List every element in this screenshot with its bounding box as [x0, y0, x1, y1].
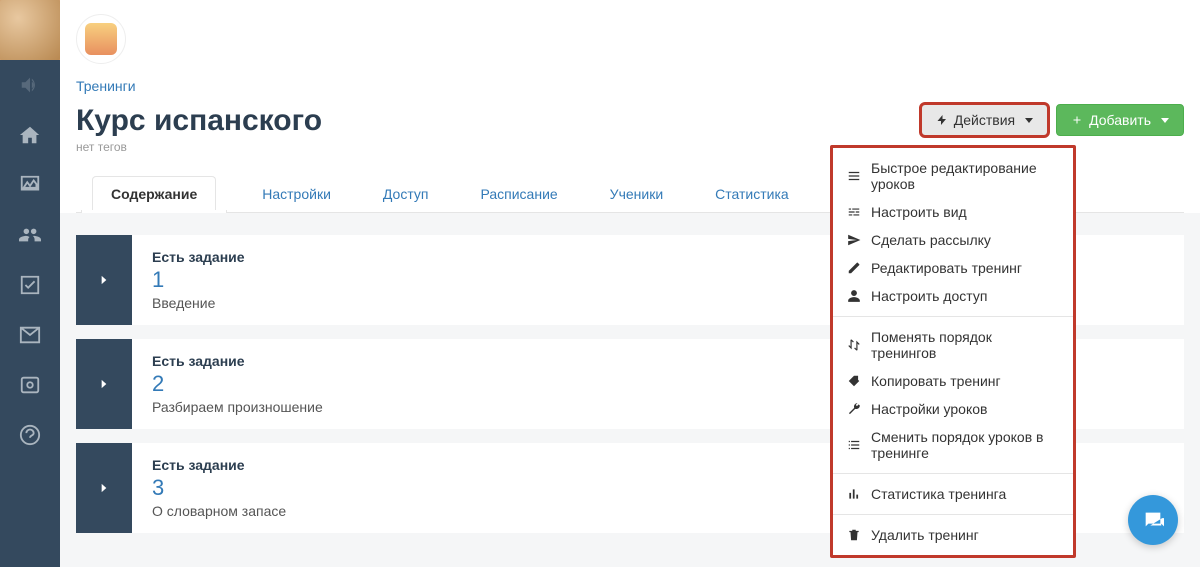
sidebar-item-chat[interactable]: [0, 410, 60, 460]
dropdown-item-sliders[interactable]: Настроить вид: [833, 198, 1073, 226]
chat-fab[interactable]: [1128, 495, 1178, 545]
tab-0[interactable]: Содержание: [92, 176, 216, 213]
tab-1[interactable]: Настройки: [256, 176, 337, 212]
actions-button[interactable]: Действия: [921, 104, 1048, 136]
dropdown-item-label: Редактировать тренинг: [871, 260, 1022, 276]
lesson-expand-handle[interactable]: [76, 235, 132, 325]
list-icon: [847, 169, 861, 183]
header: [76, 0, 1184, 74]
reorder-icon: [847, 438, 861, 452]
dropdown-item-label: Удалить тренинг: [871, 527, 979, 543]
add-button[interactable]: Добавить: [1056, 104, 1184, 136]
dropdown-item-user[interactable]: Настроить доступ: [833, 282, 1073, 310]
dropdown-item-label: Настройки уроков: [871, 401, 987, 417]
dropdown-item-reorder[interactable]: Сменить порядок уроков в тренинге: [833, 423, 1073, 467]
chat-icon: [1142, 509, 1164, 531]
sidebar-avatar[interactable]: [0, 0, 60, 60]
dropdown-item-label: Сменить порядок уроков в тренинге: [871, 429, 1059, 461]
chevron-right-icon: [97, 377, 111, 391]
tags-icon: [847, 374, 861, 388]
actions-dropdown: Быстрое редактирование уроков Настроить в…: [830, 145, 1076, 558]
dropdown-item-list[interactable]: Быстрое редактирование уроков: [833, 154, 1073, 198]
tab-4[interactable]: Ученики: [604, 176, 669, 212]
main-area: Тренинги Курс испанского нет тегов Дейст…: [60, 0, 1200, 567]
add-button-label: Добавить: [1089, 112, 1151, 128]
chevron-right-icon: [97, 273, 111, 287]
page-title: Курс испанского: [76, 104, 322, 138]
avatar-image: [0, 0, 60, 60]
dropdown-item-label: Копировать тренинг: [871, 373, 1001, 389]
trash-icon: [847, 528, 861, 542]
sidebar-item-mail[interactable]: [0, 310, 60, 360]
sidebar-item-home[interactable]: [0, 110, 60, 160]
tab-3[interactable]: Расписание: [474, 176, 563, 212]
dropdown-item-label: Быстрое редактирование уроков: [871, 160, 1059, 192]
sidebar-item-tasks[interactable]: [0, 260, 60, 310]
dropdown-item-trash[interactable]: Удалить тренинг: [833, 521, 1073, 549]
sidebar: [0, 0, 60, 567]
dropdown-item-label: Настроить вид: [871, 204, 967, 220]
sidebar-item-sound[interactable]: [0, 60, 60, 110]
dropdown-item-edit[interactable]: Редактировать тренинг: [833, 254, 1073, 282]
actions-button-label: Действия: [954, 112, 1015, 128]
send-icon: [847, 233, 861, 247]
sliders-icon: [847, 205, 861, 219]
dropdown-item-label: Поменять порядок тренингов: [871, 329, 1059, 361]
chevron-right-icon: [97, 481, 111, 495]
no-tags-label: нет тегов: [76, 140, 322, 154]
caret-icon: [1161, 118, 1169, 123]
sidebar-item-safe[interactable]: [0, 360, 60, 410]
dropdown-item-send[interactable]: Сделать рассылку: [833, 226, 1073, 254]
logo-icon: [85, 23, 117, 55]
edit-icon: [847, 261, 861, 275]
sidebar-item-users[interactable]: [0, 210, 60, 260]
sidebar-item-analytics[interactable]: [0, 160, 60, 210]
title-block: Курс испанского нет тегов: [76, 104, 322, 154]
title-row: Курс испанского нет тегов Действия Добав…: [76, 104, 1184, 154]
header-logo[interactable]: [76, 14, 126, 64]
wrench-icon: [847, 402, 861, 416]
dropdown-item-label: Статистика тренинга: [871, 486, 1006, 502]
stats-icon: [847, 487, 861, 501]
lesson-expand-handle[interactable]: [76, 443, 132, 533]
bolt-icon: [936, 114, 948, 126]
title-buttons: Действия Добавить Быстрое редактирование…: [921, 104, 1184, 136]
dropdown-item-tags[interactable]: Копировать тренинг: [833, 367, 1073, 395]
breadcrumb-trainings[interactable]: Тренинги: [76, 78, 136, 94]
dropdown-item-label: Сделать рассылку: [871, 232, 991, 248]
caret-icon: [1025, 118, 1033, 123]
user-icon: [847, 289, 861, 303]
sort-icon: [847, 338, 861, 352]
lesson-expand-handle[interactable]: [76, 339, 132, 429]
plus-icon: [1071, 114, 1083, 126]
breadcrumb: Тренинги: [76, 78, 1184, 96]
dropdown-item-label: Настроить доступ: [871, 288, 987, 304]
dropdown-item-wrench[interactable]: Настройки уроков: [833, 395, 1073, 423]
dropdown-item-sort[interactable]: Поменять порядок тренингов: [833, 323, 1073, 367]
tab-2[interactable]: Доступ: [377, 176, 435, 212]
dropdown-item-stats[interactable]: Статистика тренинга: [833, 480, 1073, 508]
tab-5[interactable]: Статистика: [709, 176, 795, 212]
